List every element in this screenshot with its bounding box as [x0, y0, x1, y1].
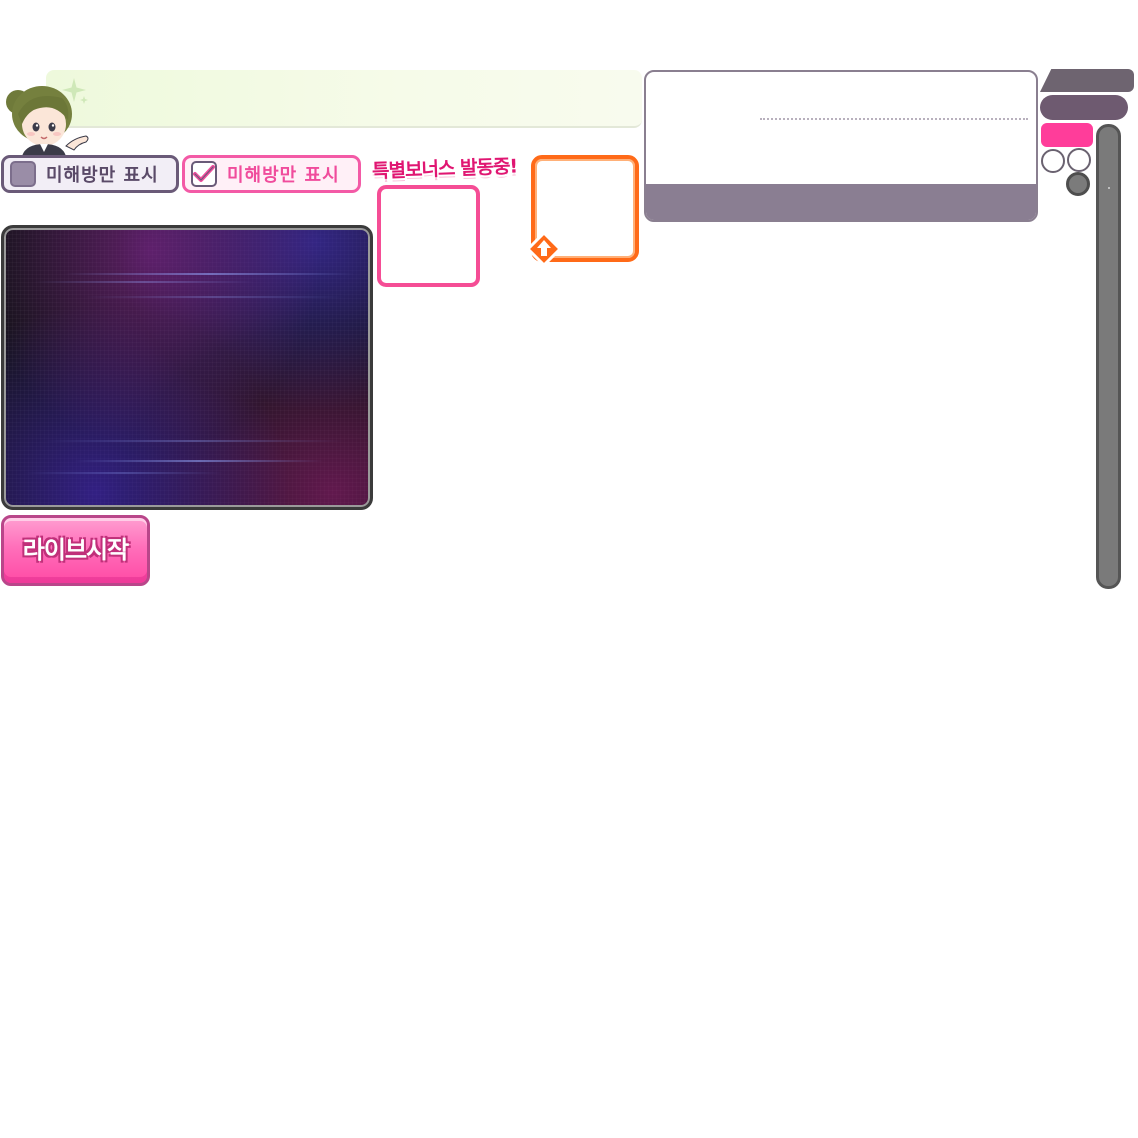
unreleased-filter-toggle-off[interactable]: 미해방만 표시	[1, 155, 179, 193]
light-streak	[64, 273, 354, 275]
special-bonus-title: 특별보너스 발동중!	[371, 155, 518, 183]
checkbox-unchecked-icon	[10, 161, 36, 187]
info-divider	[760, 118, 1028, 120]
checkmark-icon	[191, 161, 217, 187]
order-tab[interactable]	[1040, 95, 1128, 120]
option-circle-3[interactable]	[1066, 172, 1090, 196]
mascot-character	[6, 86, 89, 156]
unreleased-filter-label: 미해방만 표시	[46, 165, 159, 186]
scrollbar-thumb[interactable]	[1108, 187, 1110, 189]
info-panel-footer	[646, 184, 1036, 220]
unreleased-filter-toggle-on[interactable]: 미해방만 표시	[182, 155, 361, 193]
sort-tab[interactable]	[1040, 69, 1134, 92]
light-streak	[84, 296, 344, 298]
scrollbar[interactable]	[1096, 124, 1121, 589]
start-live-label: 라이브시작	[22, 536, 129, 564]
light-streak	[34, 281, 254, 283]
special-bonus-slot[interactable]	[377, 185, 480, 287]
difficulty-pill[interactable]	[1041, 123, 1093, 147]
song-preview-screen	[1, 225, 373, 510]
light-streak	[44, 440, 344, 442]
start-live-button[interactable]: 라이브시작	[1, 515, 150, 586]
song-info-panel	[644, 70, 1038, 222]
up-arrow-icon	[526, 231, 562, 267]
option-circle-2[interactable]	[1067, 148, 1091, 172]
option-circle-1[interactable]	[1041, 149, 1065, 173]
light-streak	[24, 472, 224, 474]
unreleased-filter-label: 미해방만 표시	[227, 165, 340, 186]
light-streak	[74, 460, 324, 462]
message-banner	[46, 70, 642, 128]
